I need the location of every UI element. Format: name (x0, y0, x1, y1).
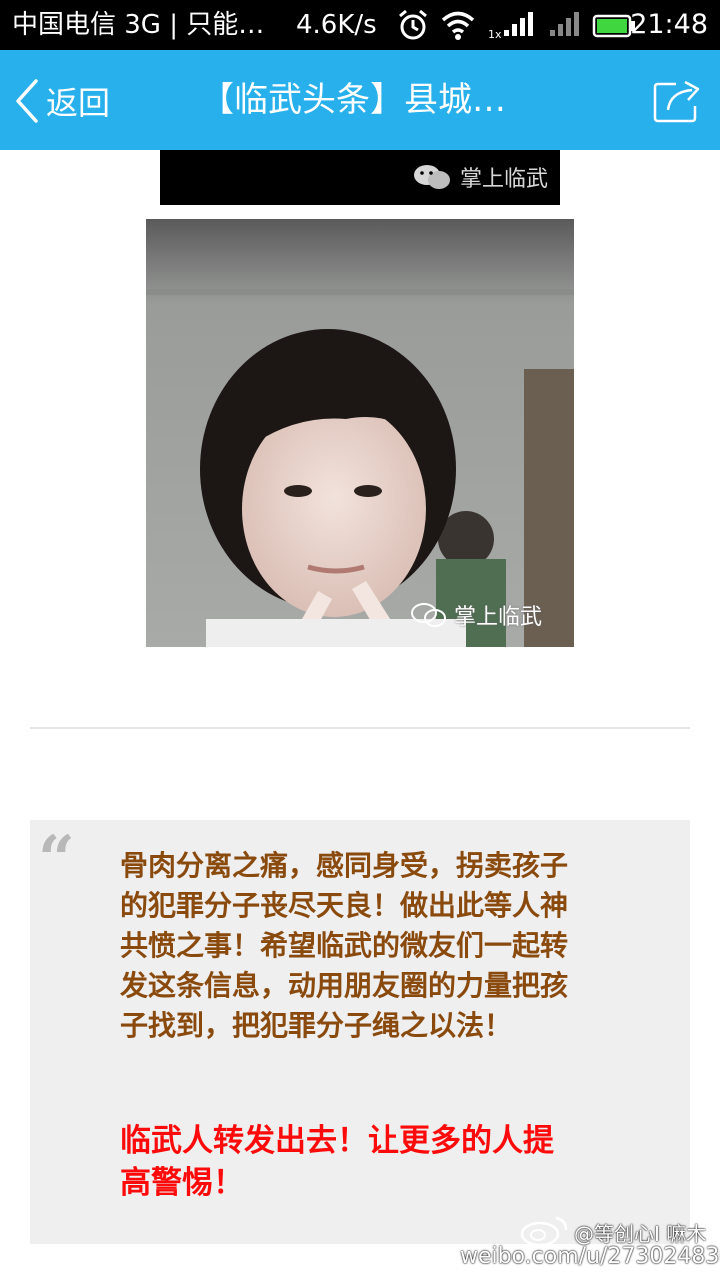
quote-text: 骨肉分离之痛，感同身受，拐卖孩子 的犯罪分子丧尽天良！做出此等人神 共愤之事！希… (120, 846, 640, 1046)
quote-line: 共愤之事！希望临武的微友们一起转 (120, 929, 569, 962)
divider (30, 727, 690, 729)
quote-block: “ 骨肉分离之痛，感同身受，拐卖孩子 的犯罪分子丧尽天良！做出此等人神 共愤之事… (30, 820, 690, 1244)
weibo-watermark: @等创心I 嘛木 weibo.com/u/2730248361 (460, 1208, 720, 1278)
chevron-left-icon (16, 79, 38, 123)
network-speed: 4.6K/s (296, 10, 377, 40)
quote-mark-icon: “ (38, 822, 75, 897)
photo-watermark: 掌上临武 (410, 599, 542, 631)
clock: 21:48 (630, 9, 708, 40)
wifi-icon (441, 11, 475, 40)
wechat-icon (413, 165, 450, 189)
banner-watermark-text: 掌上临武 (459, 167, 548, 192)
alarm-icon (399, 9, 427, 40)
quote-line: 骨肉分离之痛，感同身受，拐卖孩子 (120, 849, 569, 882)
quote-line: 发这条信息，动用朋友圈的力量把孩 (120, 969, 569, 1002)
page-title: 【临武头条】县城… (200, 80, 506, 120)
share-button[interactable] (652, 78, 702, 124)
wechat-icon (411, 603, 446, 627)
quote-line: 子找到，把犯罪分子绳之以法！ (120, 1009, 513, 1042)
weibo-handle: @等创心I 嘛木 (574, 1222, 707, 1246)
back-label: 返回 (46, 84, 111, 122)
weibo-icon (520, 1216, 568, 1247)
article-photo: 掌上临武 (146, 219, 574, 647)
svg-text:1x: 1x (488, 28, 502, 41)
banner-watermark: 掌上临武 (412, 162, 548, 192)
status-bar: 中国电信 3G | 只能… 4.6K/s 1x 21:48 (0, 0, 720, 50)
signal-icon: 1x (488, 12, 533, 41)
call-line: 临武人转发出去！让更多的人提 (120, 1123, 554, 1159)
back-button[interactable]: 返回 (14, 74, 110, 128)
call-line: 高警惕！ (120, 1165, 244, 1201)
call-to-action-text: 临武人转发出去！让更多的人提 高警惕！ (120, 1120, 640, 1204)
weibo-url: weibo.com/u/2730248361 (460, 1244, 720, 1269)
child-photo-image (146, 219, 574, 647)
photo-watermark-text: 掌上临武 (454, 605, 543, 630)
signal-icon (550, 12, 579, 36)
share-icon (653, 80, 700, 123)
carrier-label: 中国电信 3G | 只能… (12, 10, 265, 40)
nav-bar: 返回 【临武头条】县城… (0, 50, 720, 150)
quote-line: 的犯罪分子丧尽天良！做出此等人神 (120, 889, 569, 922)
article-banner-image: 掌上临武 (160, 150, 560, 205)
